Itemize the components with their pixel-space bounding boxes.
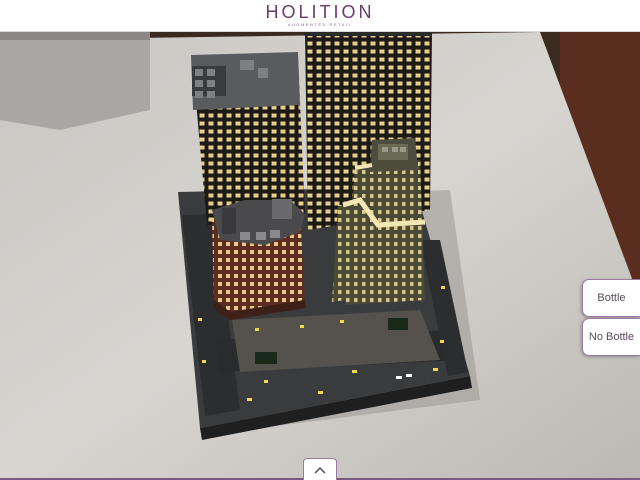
no-bottle-button[interactable]: No Bottle <box>582 318 640 356</box>
bottle-button[interactable]: Bottle <box>582 279 640 317</box>
chevron-up-icon <box>314 466 326 474</box>
brand-tagline: AUGMENTED RETAIL <box>287 22 353 27</box>
drawer-toggle-button[interactable] <box>303 458 337 480</box>
app-header: HOLITION AUGMENTED RETAIL <box>0 0 640 32</box>
ar-camera-view <box>0 32 640 480</box>
ar-scene-graphic <box>0 32 640 480</box>
brand-logo: HOLITION <box>265 2 375 22</box>
